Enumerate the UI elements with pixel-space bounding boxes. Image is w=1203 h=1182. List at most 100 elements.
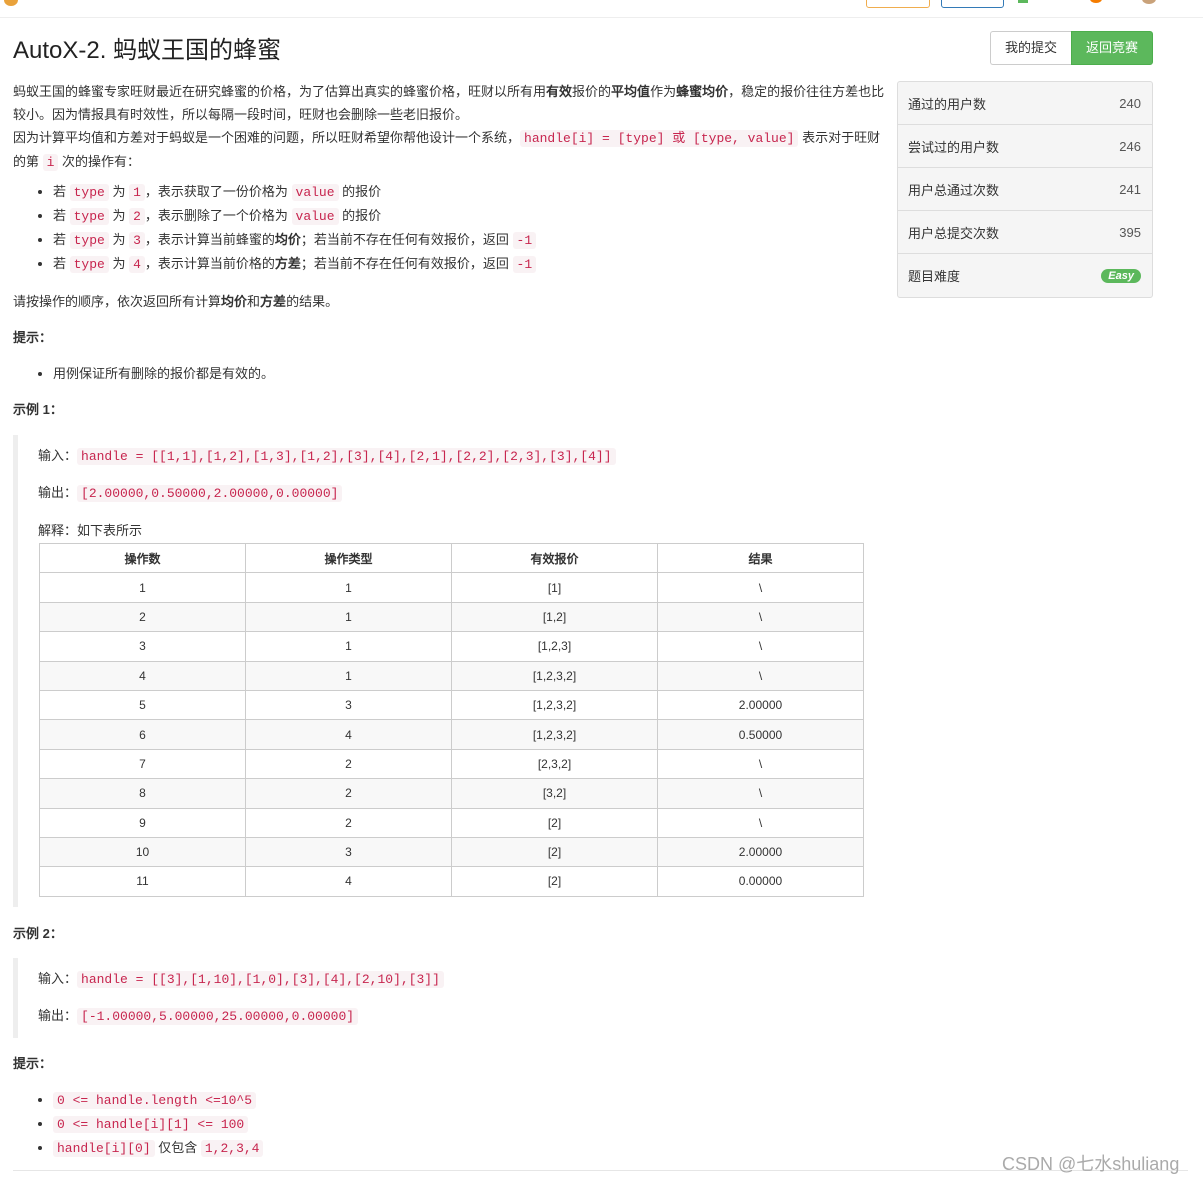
table-cell: 1 bbox=[39, 572, 246, 603]
table-cell: [1,2,3,2] bbox=[451, 689, 658, 721]
inline-code: 1 bbox=[129, 184, 145, 201]
page-title: AutoX-2. 蚂蚁王国的蜂蜜 bbox=[13, 37, 282, 64]
inline-code: [2.00000,0.50000,2.00000,0.00000] bbox=[77, 485, 343, 502]
inline-code: value bbox=[291, 184, 339, 201]
hint-title: 提示： bbox=[13, 330, 53, 345]
hint-list: 用例保证所有删除的报价都是有效的。 bbox=[13, 362, 885, 385]
table-cell: 1 bbox=[245, 572, 452, 603]
notification-icon[interactable] bbox=[1018, 0, 1028, 3]
site-logo-icon[interactable] bbox=[4, 0, 18, 6]
table-cell: [2] bbox=[451, 866, 658, 897]
table-row: 11 4 [2] 0.00000 bbox=[39, 866, 864, 897]
inline-code: 4 bbox=[129, 256, 145, 273]
list-item: 0 <= handle[i][1] <= 100 bbox=[53, 1112, 873, 1136]
bold-text: 方差 bbox=[274, 256, 301, 271]
table-cell: [1] bbox=[451, 572, 658, 603]
constraints-title: 提示： bbox=[13, 1056, 53, 1071]
text: 次的操作有： bbox=[58, 154, 141, 169]
table-cell: [2,3,2] bbox=[451, 748, 658, 780]
table-cell: \ bbox=[657, 778, 864, 809]
table-cell: 3 bbox=[39, 631, 246, 662]
table-cell: \ bbox=[657, 807, 864, 838]
table-cell: 8 bbox=[39, 778, 246, 809]
stat-label: 用户总通过次数 bbox=[908, 182, 1000, 198]
coin-icon[interactable] bbox=[1090, 0, 1102, 3]
example-1-table: 操作数 操作类型 有效报价 结果 1 1 [1] \ 2 1 [1,2] \ 3 1 [1,2,… bbox=[39, 542, 864, 897]
example-2-block: 输入： handle = [[3],[1,10],[1,0],[3],[4],[2… bbox=[13, 958, 873, 1038]
table-cell: 10 bbox=[39, 836, 246, 868]
operations-list: 若 type 为 1，表示获取了一份价格为 value 的报价 若 type 为… bbox=[13, 180, 885, 276]
table-cell: 11 bbox=[39, 866, 246, 897]
top-nav-button[interactable] bbox=[866, 0, 930, 8]
table-cell: 2 bbox=[245, 748, 452, 780]
table-cell: 2 bbox=[39, 601, 246, 633]
table-header: 有效报价 bbox=[451, 542, 658, 574]
stat-value: 240 bbox=[1119, 95, 1141, 111]
stat-label: 用户总提交次数 bbox=[908, 225, 1000, 241]
stats-panel: 通过的用户数 240 尝试过的用户数 246 用户总通过次数 241 用户总提交… bbox=[897, 81, 1153, 298]
inline-code: -1 bbox=[512, 232, 537, 249]
table-row: 2 1 [1,2] \ bbox=[39, 601, 864, 633]
table-cell: 0.00000 bbox=[657, 866, 864, 897]
my-submissions-button[interactable]: 我的提交 bbox=[990, 31, 1071, 65]
example-1-output: 输出： [2.00000,0.50000,2.00000,0.00000] bbox=[38, 482, 343, 502]
inline-code: 1,2,3,4 bbox=[200, 1140, 264, 1157]
example-2-input: 输入： handle = [[3],[1,10],[1,0],[3],[4],[2… bbox=[38, 968, 444, 988]
description-paragraph: 蚂蚁王国的蜂蜜专家旺财最近在研究蜂蜜的价格，为了估算出真实的蜂蜜价格，旺财以所有… bbox=[13, 80, 885, 126]
bold-text: 均价 bbox=[274, 232, 301, 247]
header-actions: 我的提交 返回竞赛 bbox=[990, 31, 1153, 65]
constraints-list: 0 <= handle.length <=10^5 0 <= handle[i]… bbox=[13, 1088, 873, 1160]
table-cell: 1 bbox=[245, 601, 452, 633]
inline-code: type bbox=[69, 184, 109, 201]
stat-row: 通过的用户数 240 bbox=[898, 82, 1152, 125]
inline-code: handle[i] = [type] 或 [type, value] bbox=[520, 130, 799, 147]
table-cell: 2 bbox=[245, 778, 452, 809]
example-1-explain: 解释：如下表所示 bbox=[38, 523, 143, 538]
inline-code: 3 bbox=[129, 232, 145, 249]
table-cell: 1 bbox=[245, 631, 452, 662]
list-item: 用例保证所有删除的报价都是有效的。 bbox=[53, 362, 885, 385]
example-1-title: 示例 1： bbox=[13, 402, 63, 417]
list-item: 0 <= handle.length <=10^5 bbox=[53, 1088, 873, 1112]
inline-code: type bbox=[69, 232, 109, 249]
table-cell: \ bbox=[657, 660, 864, 691]
top-nav-button[interactable] bbox=[941, 0, 1004, 8]
stat-value: 246 bbox=[1119, 138, 1141, 154]
table-row: 3 1 [1,2,3] \ bbox=[39, 631, 864, 662]
table-cell: \ bbox=[657, 572, 864, 603]
table-header: 操作数 bbox=[39, 542, 246, 574]
table-row: 1 1 [1] \ bbox=[39, 572, 864, 603]
description-paragraph: 因为计算平均值和方差对于蚂蚁是一个困难的问题，所以旺财希望你帮他设计一个系统， h… bbox=[13, 126, 885, 174]
inline-code: 0 <= handle.length <=10^5 bbox=[53, 1092, 257, 1109]
back-to-contest-button[interactable]: 返回竞赛 bbox=[1071, 31, 1153, 65]
avatar[interactable] bbox=[1142, 0, 1156, 4]
list-item: 若 type 为 4，表示计算当前价格的方差；若当前不存在任何有效报价，返回 -… bbox=[53, 252, 885, 276]
table-cell: [1,2,3,2] bbox=[451, 660, 658, 691]
stat-row: 用户总通过次数 241 bbox=[898, 168, 1152, 211]
problem-description: 蚂蚁王国的蜂蜜专家旺财最近在研究蜂蜜的价格，为了估算出真实的蜂蜜价格，旺财以所有… bbox=[13, 80, 885, 421]
table-row: 6 4 [1,2,3,2] 0.50000 bbox=[39, 719, 864, 750]
table-row: 9 2 [2] \ bbox=[39, 807, 864, 838]
stat-label: 通过的用户数 bbox=[908, 96, 987, 112]
stat-row: 用户总提交次数 395 bbox=[898, 211, 1152, 254]
inline-code: handle = [[1,1],[1,2],[1,3],[1,2],[3],[4… bbox=[77, 448, 616, 465]
stat-label: 尝试过的用户数 bbox=[908, 139, 1000, 155]
difficulty-row: 题目难度 Easy bbox=[898, 254, 1152, 297]
table-header-row: 操作数 操作类型 有效报价 结果 bbox=[39, 542, 864, 574]
text: 蚂蚁王国的蜂蜜专家旺财最近在研究蜂蜜的价格，为了估算出真实的蜂蜜价格，旺财以所有… bbox=[13, 84, 547, 99]
bold-text: 蜂蜜均价 bbox=[676, 84, 729, 99]
inline-code: value bbox=[291, 208, 339, 225]
inline-code: type bbox=[69, 208, 109, 225]
difficulty-label: 题目难度 bbox=[908, 269, 961, 284]
inline-code: [-1.00000,5.00000,25.00000,0.00000] bbox=[77, 1008, 359, 1025]
list-item: 若 type 为 3，表示计算当前蜂蜜的均价；若当前不存在任何有效报价，返回 -… bbox=[53, 228, 885, 252]
inline-code: handle = [[3],[1,10],[1,0],[3],[4],[2,10… bbox=[77, 971, 444, 988]
bold-text: 方差 bbox=[260, 294, 287, 309]
description-paragraph: 请按操作的顺序，依次返回所有计算均价和方差的结果。 bbox=[13, 294, 339, 309]
table-cell: 9 bbox=[39, 807, 246, 838]
example-1-input: 输入： handle = [[1,1],[1,2],[1,3],[1,2],[3]… bbox=[38, 445, 616, 465]
watermark: CSDN @七水shuliang bbox=[1002, 1154, 1180, 1174]
table-cell: 2 bbox=[245, 807, 452, 838]
table-row: 10 3 [2] 2.00000 bbox=[39, 836, 864, 868]
top-navbar bbox=[0, 0, 1203, 18]
